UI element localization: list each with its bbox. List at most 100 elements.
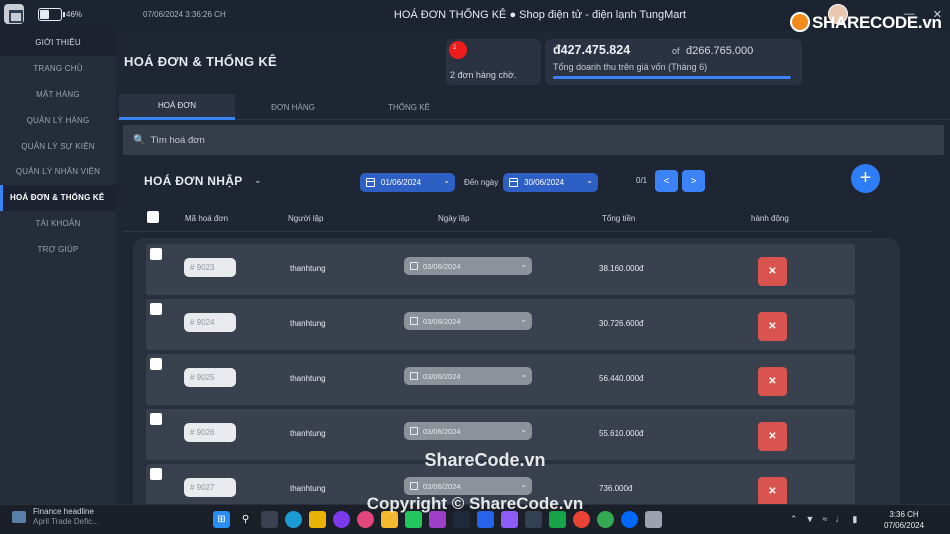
revenue-capital: đ266.765.000	[686, 45, 754, 57]
sidebar-item-hoa-don-thong-ke[interactable]: HOÁ ĐƠN & THỐNG KÊ	[0, 184, 116, 211]
creator-name: thanhtung	[290, 374, 326, 383]
vpn-icon[interactable]: ▼	[806, 514, 815, 525]
window-title: HOÁ ĐƠN THỐNG KÊ ● Shop điện tử - điện l…	[393, 9, 687, 21]
sidebar-item-quan-ly-hang[interactable]: QUẢN LÝ HÀNG	[0, 107, 116, 133]
sidebar-item-gioi-thieu[interactable]: GIỚI THIỆU	[0, 30, 116, 56]
invoice-code-field[interactable]: # 9024	[184, 313, 236, 332]
news-subtitle[interactable]: April Trade Defic...	[33, 517, 99, 526]
sidebar-item-quan-ly-su-kien[interactable]: QUẢN LÝ SỰ KIỆN	[0, 133, 116, 159]
calendar-icon	[509, 178, 518, 187]
delete-button[interactable]: ✕	[758, 367, 787, 396]
chevron-down-icon: ⌄	[520, 370, 527, 379]
sidebar-item-quan-ly-nhan-vien[interactable]: QUẢN LÝ NHÂN VIÊN	[0, 159, 116, 185]
date-value: 03/06/2024	[423, 261, 461, 271]
watermark-center: ShareCode.vn	[424, 450, 546, 470]
tab-don-hang[interactable]: ĐƠN HÀNG	[235, 94, 351, 120]
tab-hoa-don[interactable]: HOÁ ĐƠN	[119, 94, 235, 120]
revenue-progress-bar	[553, 76, 793, 79]
column-header-code: Mã hoá đơn	[185, 214, 229, 223]
to-date-label: Đến ngày	[464, 178, 499, 187]
logo-ball-icon	[790, 12, 810, 32]
from-date-value: 01/06/2024	[381, 178, 422, 187]
date-value: 03/06/2024	[423, 481, 461, 491]
invoice-code-field[interactable]: # 9023	[184, 258, 236, 277]
calendar-icon	[410, 427, 418, 435]
column-header-total: Tổng tiền	[602, 214, 636, 223]
sidebar-item-trang-chu[interactable]: TRANG CHỦ	[0, 56, 116, 82]
to-date-value: 30/06/2024	[524, 178, 565, 187]
date-picker[interactable]: 03/06/2024 ⌄	[404, 422, 532, 440]
calendar-icon	[410, 317, 418, 325]
revenue-amount: đ427.475.824	[553, 43, 631, 57]
sidebar: GIỚI THIỆU TRANG CHỦ MẶT HÀNG QUẢN LÝ HÀ…	[0, 30, 116, 504]
total-amount: 56.440.000đ	[599, 374, 644, 383]
search-input[interactable]	[150, 134, 911, 146]
row-checkbox[interactable]	[150, 248, 162, 260]
from-date-picker[interactable]: 01/06/2024 ⌄	[360, 173, 455, 192]
table-row: # 9024 thanhtung 03/06/2024 ⌄ 30.726.600đ…	[146, 299, 855, 350]
total-amount: 30.726.600đ	[599, 319, 644, 328]
delete-button[interactable]: ✕	[758, 422, 787, 451]
invoice-code-field[interactable]: # 9026	[184, 423, 236, 442]
prev-page-button[interactable]: <	[655, 170, 678, 192]
calendar-icon	[366, 178, 375, 187]
row-checkbox[interactable]	[150, 413, 162, 425]
chevron-down-icon: ⌄	[586, 176, 593, 185]
app-window: 46% 07/06/2024 3:36:26 CH HOÁ ĐƠN THỐNG …	[0, 0, 950, 534]
total-amount: 736.000đ	[599, 484, 633, 493]
revenue-card: đ427.475.824 of đ266.765.000 Tổng doanh …	[545, 39, 802, 85]
table-row: # 9023 thanhtung 03/06/2024 ⌄ 38.160.000đ…	[146, 244, 855, 295]
row-checkbox[interactable]	[150, 358, 162, 370]
watermark-logo-text: SHARECODE.vn	[812, 13, 942, 32]
chevron-down-icon: ⌄	[520, 315, 527, 324]
header-divider	[123, 231, 873, 232]
column-header-creator: Người lập	[288, 214, 324, 223]
sidebar-item-mat-hang[interactable]: MẶT HÀNG	[0, 82, 116, 108]
main-content: HOÁ ĐƠN & THỐNG KÊ 2 2 đơn hàng chờ. đ42…	[116, 30, 950, 515]
chevron-down-icon: ⌄	[443, 176, 450, 185]
select-all-checkbox[interactable]	[147, 211, 159, 223]
to-date-picker[interactable]: 30/06/2024 ⌄	[503, 173, 598, 192]
creator-name: thanhtung	[290, 319, 326, 328]
pending-badge: 2	[449, 41, 467, 59]
column-header-date: Ngày lập	[438, 214, 470, 223]
date-picker[interactable]: 03/06/2024 ⌄	[404, 367, 532, 385]
row-checkbox[interactable]	[150, 303, 162, 315]
pending-orders-card[interactable]: 2 2 đơn hàng chờ.	[446, 39, 541, 85]
battery-icon	[38, 8, 65, 21]
invoice-code-field[interactable]: # 9025	[184, 368, 236, 387]
sidebar-item-tro-giup[interactable]: TRỢ GIÚP	[0, 236, 116, 262]
search-bar: 🔍	[123, 125, 944, 155]
creator-name: thanhtung	[290, 429, 326, 438]
date-value: 03/06/2024	[423, 371, 461, 381]
page-title: HOÁ ĐƠN & THỐNG KÊ	[124, 54, 277, 69]
chevron-down-icon[interactable]: ⌄	[254, 175, 262, 186]
battery-percent: 46%	[66, 10, 83, 19]
system-tray: ⌃ ▼ ≈ ♩ ▮	[790, 514, 857, 525]
wifi-icon[interactable]: ≈	[822, 514, 827, 525]
volume-icon[interactable]: ♩	[835, 514, 844, 525]
creator-name: thanhtung	[290, 484, 326, 493]
chevron-down-icon: ⌄	[520, 480, 527, 489]
date-picker[interactable]: 03/06/2024 ⌄	[404, 312, 532, 330]
delete-button[interactable]: ✕	[758, 312, 787, 341]
title-datetime: 07/06/2024 3:36:26 CH	[143, 10, 226, 19]
app-logo-icon	[4, 4, 24, 24]
add-invoice-button[interactable]: +	[851, 164, 880, 193]
delete-button[interactable]: ✕	[758, 257, 787, 286]
date-value: 03/06/2024	[423, 316, 461, 326]
total-amount: 55.610.000đ	[599, 429, 644, 438]
search-icon: 🔍	[133, 134, 146, 146]
date-picker[interactable]: 03/06/2024 ⌄	[404, 477, 532, 495]
date-value: 03/06/2024	[423, 426, 461, 436]
sidebar-item-tai-khoan[interactable]: TÀI KHOẢN	[0, 211, 116, 237]
battery-tray-icon[interactable]: ▮	[852, 514, 857, 525]
next-page-button[interactable]: >	[682, 170, 705, 192]
tab-thong-ke[interactable]: THỐNG KÊ	[351, 94, 467, 120]
battery-fill	[40, 10, 50, 19]
chevron-up-icon[interactable]: ⌃	[790, 514, 798, 525]
date-picker[interactable]: 03/06/2024 ⌄	[404, 257, 532, 275]
page-counter: 0/1	[636, 176, 648, 185]
list-title[interactable]: HOÁ ĐƠN NHẬP	[144, 174, 243, 188]
total-amount: 38.160.000đ	[599, 264, 644, 273]
